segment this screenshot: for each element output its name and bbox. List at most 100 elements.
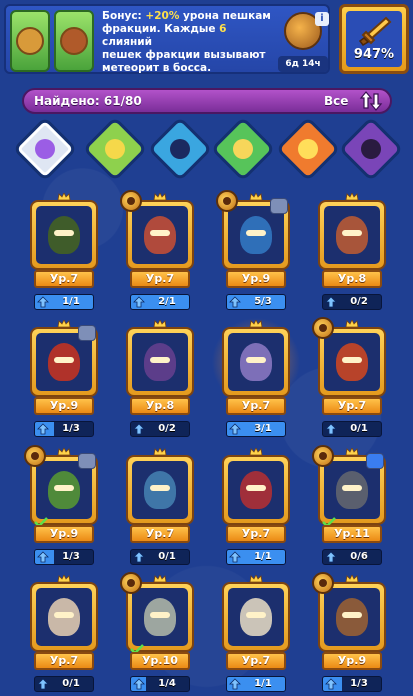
hero-card[interactable]: Ур.9 5/3 — [216, 190, 290, 318]
hero-level: Ур.9 — [34, 525, 94, 543]
progress-text: 1/4 — [158, 678, 176, 689]
upgrade-arrow-icon — [229, 551, 241, 563]
progress-text: 0/1 — [158, 551, 176, 562]
rune-icon — [120, 190, 142, 212]
hero-card[interactable]: Ур.7 1/1 — [222, 575, 290, 696]
upgrade-arrow-icon — [325, 296, 337, 308]
faction-tab-water[interactable] — [147, 116, 213, 182]
damage-bonus-button[interactable]: 947% — [339, 4, 409, 74]
found-counter: Найдено: 61/80 — [34, 94, 142, 108]
rank-badge-icon — [270, 198, 288, 214]
hero-card[interactable]: Ур.9 1/3 — [312, 572, 386, 696]
merge-progress-bar: 1/3 — [34, 421, 94, 437]
hero-face — [150, 612, 170, 618]
hero-card[interactable]: Ур.11 0/6 — [312, 445, 386, 573]
hero-portrait — [132, 588, 188, 646]
hero-level: Ур.7 — [34, 270, 94, 288]
bonus-line2: фракции. Каждые — [102, 23, 220, 35]
hero-face — [54, 357, 74, 363]
rune-icon — [120, 572, 142, 594]
faction-tab-light[interactable] — [210, 116, 276, 182]
progress-text: 0/1 — [62, 678, 80, 689]
sort-arrows-icon[interactable] — [358, 88, 384, 114]
hero-card[interactable]: Ур.8 0/2 — [318, 193, 386, 318]
filter-label[interactable]: Все — [324, 94, 348, 108]
hero-face — [246, 230, 266, 236]
info-button[interactable]: i — [315, 12, 329, 26]
bonus-line4: метеорит в босса. — [102, 62, 212, 74]
bonus-line1-a: Бонус: — [102, 10, 146, 22]
upgrade-arrow-icon — [37, 423, 49, 435]
hero-face — [150, 485, 170, 491]
faction-emblem-icon — [35, 139, 55, 159]
faction-hero-portrait-1 — [10, 10, 50, 72]
bonus-line3: пешек фракции вызывают — [102, 49, 266, 61]
hero-level: Ур.8 — [322, 270, 382, 288]
hero-card[interactable]: Ур.7 0/1 — [126, 448, 194, 573]
merge-progress-bar: 1/4 — [130, 676, 190, 692]
hero-card[interactable]: Ур.9 1/3 — [30, 320, 98, 445]
hero-portrait — [228, 206, 284, 264]
merge-progress-bar: 1/3 — [34, 549, 94, 565]
rank-badge-icon — [366, 453, 384, 469]
hero-level: Ур.7 — [130, 525, 190, 543]
faction-tab-all-factions[interactable] — [12, 116, 78, 182]
hero-card[interactable]: Ур.9 1/3 — [24, 445, 98, 573]
hero-portrait — [132, 333, 188, 391]
hero-card[interactable]: Ур.7 1/1 — [30, 193, 98, 318]
merge-progress-bar: 1/3 — [322, 676, 382, 692]
upgrade-arrow-icon — [37, 678, 49, 690]
hero-card[interactable]: Ур.7 0/1 — [312, 317, 386, 445]
hero-level: Ур.7 — [322, 397, 382, 415]
upgrade-arrow-icon — [229, 678, 241, 690]
faction-tab-dark[interactable] — [338, 116, 404, 182]
progress-text: 5/3 — [254, 296, 272, 307]
hero-frame — [222, 582, 290, 652]
hero-level: Ур.11 — [322, 525, 382, 543]
faction-emblem-icon — [298, 139, 318, 159]
hero-face — [342, 612, 362, 618]
upgrade-arrow-icon — [133, 296, 145, 308]
progress-text: 1/1 — [254, 551, 272, 562]
faction-tab-nature[interactable] — [82, 116, 148, 182]
hero-face — [246, 357, 266, 363]
hero-face — [54, 612, 74, 618]
hero-card[interactable]: Ур.7 0/1 — [30, 575, 98, 696]
hero-level: Ур.7 — [226, 652, 286, 670]
crown-icon — [57, 193, 71, 201]
hero-face — [342, 485, 362, 491]
faction-tab-fire[interactable] — [275, 116, 341, 182]
upgrade-arrow-icon — [325, 423, 337, 435]
hero-card[interactable]: Ур.8 0/2 — [126, 320, 194, 445]
rune-icon — [312, 445, 334, 467]
faction-hero-portrait-2 — [54, 10, 94, 72]
crown-icon — [249, 193, 263, 201]
hero-portrait — [36, 333, 92, 391]
crown-icon — [249, 320, 263, 328]
upgrade-arrow-icon — [133, 678, 145, 690]
upgrade-arrow-icon — [325, 551, 337, 563]
progress-text: 0/2 — [350, 296, 368, 307]
hero-face — [150, 357, 170, 363]
hero-card[interactable]: Ур.7 3/1 — [212, 317, 300, 445]
merge-progress-bar: 0/1 — [34, 676, 94, 692]
progress-text: 1/3 — [62, 551, 80, 562]
hero-card[interactable]: Ур.7 2/1 — [120, 190, 194, 318]
hero-portrait — [36, 206, 92, 264]
hero-level: Ур.9 — [34, 397, 94, 415]
hero-card[interactable]: Ур.10 1/4 — [120, 572, 194, 696]
bonus-merge-count: 6 — [219, 23, 227, 35]
hero-card[interactable]: Ур.7 1/1 — [222, 448, 290, 573]
hero-portrait — [132, 206, 188, 264]
hero-frame — [126, 327, 194, 397]
crown-icon — [345, 320, 359, 328]
faction-bonus-banner[interactable]: Бонус: +20% урона пешкам фракции. Каждые… — [4, 4, 330, 74]
bonus-description: Бонус: +20% урона пешкам фракции. Каждые… — [102, 10, 278, 75]
merge-progress-bar: 0/2 — [130, 421, 190, 437]
damage-bonus-value: 947% — [353, 47, 395, 62]
hero-portrait — [228, 333, 284, 391]
upgrade-arrow-icon — [229, 296, 241, 308]
hero-frame — [30, 200, 98, 270]
bonus-line2-b: слияний — [102, 36, 152, 48]
timer-label: 6д 14ч — [278, 56, 328, 72]
